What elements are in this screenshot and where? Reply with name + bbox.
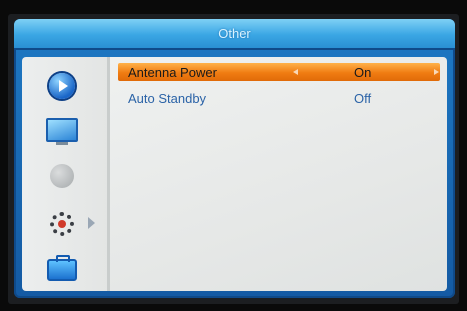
setting-label: Auto Standby — [128, 90, 207, 106]
page-title: Other — [218, 26, 251, 41]
briefcase-icon — [47, 255, 77, 281]
arrow-left-icon[interactable] — [293, 69, 298, 75]
setting-label: Antenna Power — [128, 64, 217, 80]
sidebar-item-channel[interactable] — [42, 159, 82, 193]
globe-icon — [50, 164, 74, 188]
play-icon — [49, 73, 75, 99]
setting-auto-standby[interactable]: Auto Standby Off — [118, 89, 440, 107]
setting-antenna-power[interactable]: Antenna Power On — [118, 63, 440, 81]
sidebar-item-picture[interactable] — [42, 113, 82, 147]
arrow-right-icon[interactable] — [434, 69, 439, 75]
setting-value: On — [354, 64, 372, 80]
sidebar — [22, 57, 108, 291]
gear-icon — [48, 210, 76, 238]
chevron-right-icon — [88, 217, 95, 229]
title-bar: Other — [14, 19, 455, 50]
monitor-icon — [46, 118, 78, 145]
tv-screen: Other Antenna Power On Auto Standby Off — [8, 14, 459, 304]
setting-value: Off — [354, 90, 372, 106]
sidebar-item-media[interactable] — [42, 69, 82, 103]
settings-menu: Other Antenna Power On Auto Standby Off — [14, 19, 455, 298]
sidebar-item-tools[interactable] — [42, 253, 82, 287]
sidebar-item-other[interactable] — [42, 207, 95, 241]
